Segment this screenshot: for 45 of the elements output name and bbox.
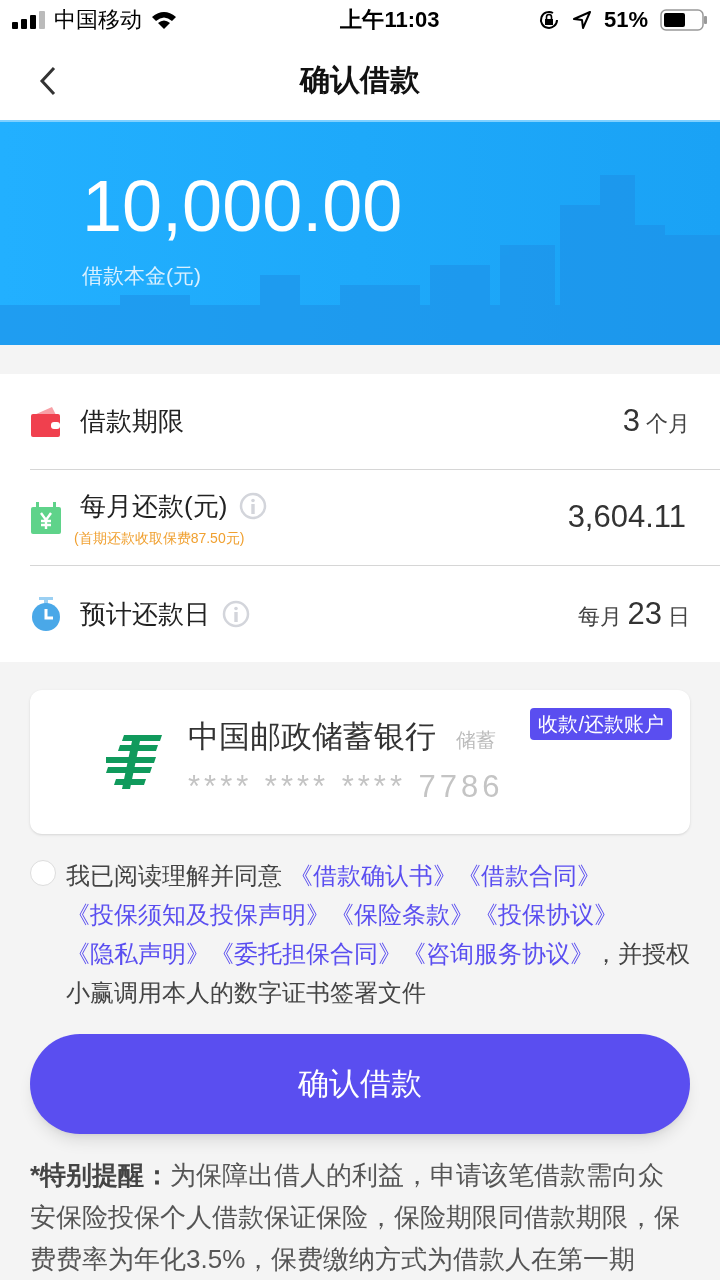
notice-text: *特别提醒：为保障出借人的利益，申请该笔借款需向众安保险投保个人借款保证保险，保险期限同借款期限，保费费率为年化3.5%，保费缴纳方式为借款人在第一期 xyxy=(29,1159,681,1276)
location-icon xyxy=(571,9,592,30)
account-badge: 收款/还款账户 xyxy=(530,708,672,740)
agreement-text: 我已阅读理解并同意 《借款确认书》《借款合同》 《投保须知及投保声明》《保险条款》《投保协议》 《隐私声明》《委托担保合同》《咨询服务协议》，并授权小赢调用本人的数字证书签署文件 xyxy=(66,861,690,1008)
page-title: 确认借款 xyxy=(300,62,420,99)
timer-icon xyxy=(30,596,62,632)
agreement-link[interactable]: 《投保须知及投保声明》 xyxy=(66,901,330,928)
agreement-link[interactable]: 《咨询服务协议》 xyxy=(402,940,594,967)
carrier-name: 中国移动 xyxy=(54,6,142,34)
signal-icon xyxy=(12,10,46,29)
loan-amount: 10,000.00 xyxy=(82,170,404,243)
row-label: 预计还款日 xyxy=(80,597,210,631)
row-value: 23 xyxy=(627,594,662,633)
wifi-icon xyxy=(150,9,178,30)
agreement-link[interactable]: 《隐私声明》 xyxy=(66,940,210,967)
row-label: 每月还款(元) xyxy=(80,489,228,523)
agree-checkbox[interactable] xyxy=(30,860,56,886)
bank-logo-icon xyxy=(106,735,162,789)
confirm-button[interactable]: 确认借款 xyxy=(30,1034,690,1134)
agreement-link[interactable]: 《投保协议》 xyxy=(474,901,618,928)
value-unit: 每月 xyxy=(577,602,622,631)
status-time: 上午11:03 xyxy=(340,6,440,34)
bank-card[interactable]: 中国邮政储蓄银行 储蓄 **** **** **** 7786 收款/还款账户 xyxy=(30,690,690,834)
agreement-link[interactable]: 《委托担保合同》 xyxy=(210,940,402,967)
calendar-icon xyxy=(30,500,62,535)
agreement-link[interactable]: 《借款确认书》 xyxy=(288,862,457,889)
row-value: 3,604.11 xyxy=(567,498,686,537)
info-icon[interactable] xyxy=(222,600,250,628)
agreement-link[interactable]: 《借款合同》 xyxy=(456,862,601,889)
row-value: 3 xyxy=(622,402,640,441)
card-number: **** **** **** 7786 xyxy=(188,768,504,806)
battery-icon xyxy=(660,8,708,31)
agreement-link[interactable]: 《保险条款》 xyxy=(330,901,474,928)
battery-percent: 51% xyxy=(603,6,648,34)
row-label: 借款期限 xyxy=(80,405,184,438)
value-unit: 个月 xyxy=(646,410,690,439)
back-icon xyxy=(39,66,57,97)
rotation-lock-icon xyxy=(537,8,560,31)
fee-note: (首期还款收取保费87.50元) xyxy=(74,528,246,548)
value-unit: 日 xyxy=(668,602,690,631)
amount-label: 借款本金(元) xyxy=(82,263,202,290)
wallet-icon xyxy=(30,404,62,439)
bank-name: 中国邮政储蓄银行 xyxy=(188,717,436,756)
info-icon[interactable] xyxy=(239,492,268,520)
card-type: 储蓄 xyxy=(456,727,496,753)
